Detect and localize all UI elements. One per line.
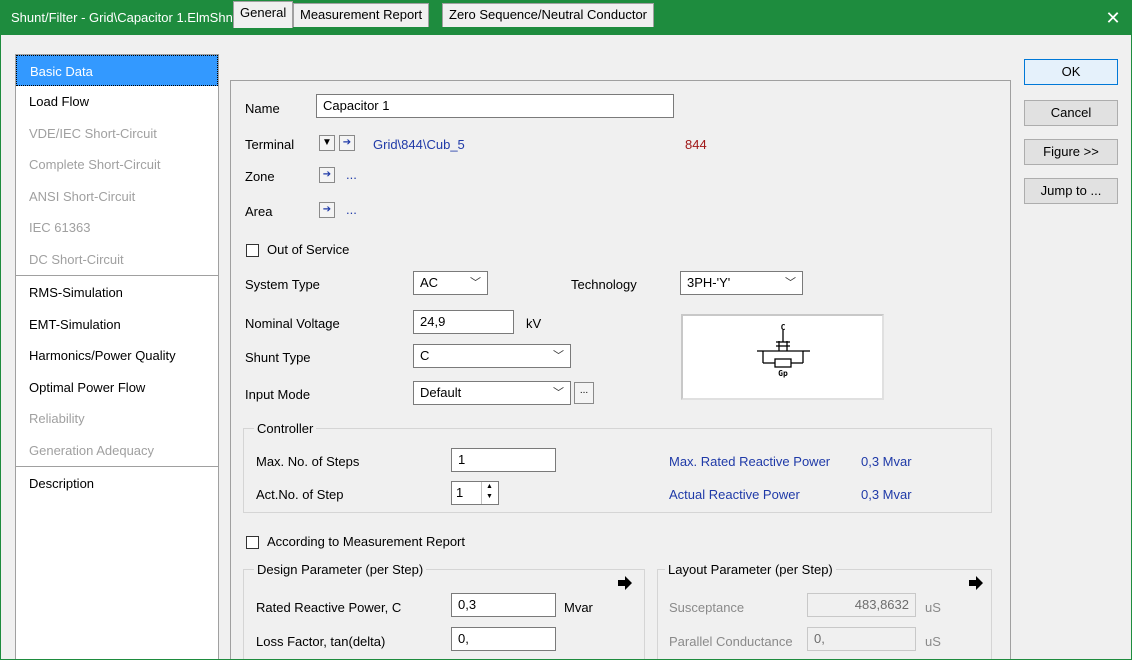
diagram-gp-label: Gp: [778, 369, 788, 378]
window-title: Shunt/Filter - Grid\Capacitor 1.ElmShnt: [11, 10, 237, 25]
sidebar-item-basic-data[interactable]: Basic Data: [16, 55, 218, 86]
chevron-down-icon: ﹀: [470, 277, 481, 289]
susceptance-label: Susceptance: [669, 600, 745, 615]
sidebar-item-reliability[interactable]: Reliability: [16, 403, 218, 435]
arrow-right-icon: ➔: [342, 137, 352, 148]
jump-to-button[interactable]: Jump to ...: [1024, 178, 1118, 204]
controller-title: Controller: [254, 421, 317, 436]
terminal-jump-button[interactable]: ➔: [339, 135, 355, 151]
zone-label: Zone: [245, 169, 275, 184]
close-icon[interactable]: ✕: [1093, 1, 1131, 35]
loss-factor-label: Loss Factor, tan(delta): [256, 634, 386, 649]
tab-general[interactable]: General: [233, 1, 294, 28]
sidebar-item-rms-simulation[interactable]: RMS-Simulation: [16, 277, 218, 309]
system-type-label: System Type: [245, 277, 320, 292]
susceptance-input[interactable]: 483,8632: [807, 593, 916, 617]
arrow-right-icon[interactable]: [966, 573, 986, 593]
area-label: Area: [245, 204, 273, 219]
sidebar-item-dc-short-circuit[interactable]: DC Short-Circuit: [16, 244, 218, 276]
shunt-type-value: C: [420, 348, 430, 363]
triangle-down-icon: ▼: [322, 137, 332, 148]
figure-button[interactable]: Figure >>: [1024, 139, 1118, 165]
ok-button[interactable]: OK: [1024, 59, 1118, 85]
name-input[interactable]: Capacitor 1: [316, 94, 674, 118]
act-step-value: 1: [456, 485, 464, 500]
sidebar-item-description[interactable]: Description: [16, 468, 218, 500]
sidebar: Basic Data Load Flow VDE/IEC Short-Circu…: [15, 54, 219, 659]
spin-updown-icon[interactable]: ▲ ▼: [481, 482, 497, 504]
max-steps-label: Max. No. of Steps: [256, 454, 360, 469]
technology-select[interactable]: 3PH-'Y' ﹀: [680, 271, 803, 295]
input-mode-more-button[interactable]: ...: [574, 382, 594, 404]
cancel-button[interactable]: Cancel: [1024, 100, 1118, 126]
out-of-service-checkbox[interactable]: [246, 244, 259, 257]
sidebar-item-generation-adequacy[interactable]: Generation Adequacy: [16, 435, 218, 467]
shunt-type-label: Shunt Type: [245, 350, 311, 365]
shunt-type-select[interactable]: C ﹀: [413, 344, 571, 368]
parallel-conductance-unit: uS: [925, 634, 941, 649]
system-type-select[interactable]: AC ﹀: [413, 271, 488, 295]
technology-label: Technology: [571, 277, 637, 292]
arrow-right-icon: ➔: [322, 169, 332, 180]
zone-value[interactable]: ...: [346, 167, 357, 182]
rated-reactive-label: Rated Reactive Power, C: [256, 600, 402, 615]
diagram-c-label: C: [781, 323, 786, 332]
design-parameter-title: Design Parameter (per Step): [254, 562, 427, 577]
sidebar-item-ansi-short-circuit[interactable]: ANSI Short-Circuit: [16, 181, 218, 213]
sidebar-item-load-flow[interactable]: Load Flow: [16, 86, 218, 118]
terminal-link[interactable]: Grid\844\Cub_5: [373, 137, 465, 152]
input-mode-value: Default: [420, 385, 462, 400]
actual-reactive-value: 0,3 Mvar: [861, 487, 912, 502]
area-value[interactable]: ...: [346, 202, 357, 217]
max-steps-input[interactable]: 1: [451, 448, 556, 472]
nominal-voltage-unit: kV: [526, 316, 542, 331]
act-step-stepper[interactable]: 1 ▲ ▼: [451, 481, 499, 505]
according-checkbox[interactable]: [246, 536, 259, 549]
arrow-right-icon: ➔: [322, 204, 332, 215]
out-of-service-label: Out of Service: [267, 242, 350, 257]
system-type-value: AC: [420, 275, 439, 290]
parallel-conductance-label: Parallel Conductance: [669, 634, 793, 649]
technology-value: 3PH-'Y': [687, 275, 731, 290]
chevron-down-icon: ﹀: [553, 387, 564, 399]
name-label: Name: [245, 101, 280, 116]
actual-reactive-label: Actual Reactive Power: [669, 487, 800, 502]
dialog-window: Shunt/Filter - Grid\Capacitor 1.ElmShnt …: [0, 0, 1132, 660]
sidebar-item-vde-iec-short-circuit[interactable]: VDE/IEC Short-Circuit: [16, 118, 218, 150]
max-rated-reactive-value: 0,3 Mvar: [861, 454, 912, 469]
input-mode-select[interactable]: Default ﹀: [413, 381, 571, 405]
tab-zero-sequence[interactable]: Zero Sequence/Neutral Conductor: [442, 3, 655, 27]
terminal-node-label: 844: [685, 137, 707, 152]
terminal-label: Terminal: [245, 137, 295, 152]
nominal-voltage-input[interactable]: 24,9: [413, 310, 514, 334]
sidebar-item-optimal-power-flow[interactable]: Optimal Power Flow: [16, 372, 218, 404]
capacitor-symbol-icon: C Gp: [757, 323, 810, 378]
rated-reactive-unit: Mvar: [564, 600, 593, 615]
arrow-right-icon[interactable]: [615, 573, 635, 593]
shunt-symbol-diagram: C Gp: [681, 314, 884, 400]
area-jump-button[interactable]: ➔: [319, 202, 335, 218]
max-rated-reactive-label: Max. Rated Reactive Power: [669, 454, 831, 469]
chevron-down-icon: ﹀: [785, 277, 796, 289]
sidebar-item-emt-simulation[interactable]: EMT-Simulation: [16, 309, 218, 341]
sidebar-item-harmonics[interactable]: Harmonics/Power Quality: [16, 340, 218, 372]
parallel-conductance-input[interactable]: 0,: [807, 627, 916, 651]
input-mode-label: Input Mode: [245, 387, 311, 402]
sidebar-item-complete-short-circuit[interactable]: Complete Short-Circuit: [16, 149, 218, 181]
layout-parameter-title: Layout Parameter (per Step): [665, 562, 836, 577]
chevron-down-icon: ﹀: [553, 350, 564, 362]
terminal-select-button[interactable]: ▼: [319, 135, 335, 151]
zone-jump-button[interactable]: ➔: [319, 167, 335, 183]
susceptance-unit: uS: [925, 600, 941, 615]
tab-measurement-report[interactable]: Measurement Report: [293, 3, 430, 27]
nominal-voltage-label: Nominal Voltage: [245, 316, 340, 331]
act-step-label: Act.No. of Step: [256, 487, 344, 502]
sidebar-item-iec-61363[interactable]: IEC 61363: [16, 212, 218, 244]
loss-factor-input[interactable]: 0,: [451, 627, 556, 651]
according-label: According to Measurement Report: [267, 534, 465, 549]
rated-reactive-input[interactable]: 0,3: [451, 593, 556, 617]
